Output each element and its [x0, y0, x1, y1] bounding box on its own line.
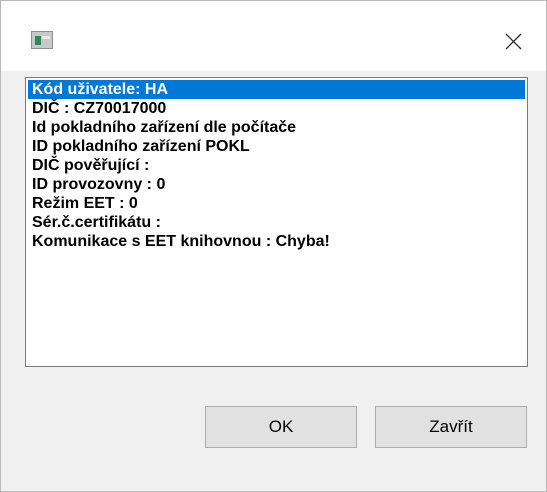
ok-button[interactable]: OK [205, 406, 357, 448]
list-item-user-code[interactable]: Kód uživatele: HA [28, 80, 525, 99]
application-icon [31, 31, 53, 49]
list-item-certificate-serial[interactable]: Sér.č.certifikátu : [28, 213, 525, 232]
close-button[interactable]: Zavřít [375, 406, 527, 448]
list-item-authorizing-vat-id[interactable]: DIČ pověřující : [28, 156, 525, 175]
title-bar [1, 1, 546, 71]
list-item-device-id-by-computer[interactable]: Id pokladního zařízení dle počítače [28, 118, 525, 137]
list-item-premises-id[interactable]: ID provozovny : 0 [28, 175, 525, 194]
info-listbox[interactable]: Kód uživatele: HA DIČ : CZ70017000 Id po… [25, 77, 528, 367]
dialog-window: Kód uživatele: HA DIČ : CZ70017000 Id po… [0, 0, 547, 492]
close-icon[interactable] [493, 23, 533, 59]
list-item-eet-library-status[interactable]: Komunikace s EET knihovnou : Chyba! [28, 232, 525, 251]
list-item-vat-id[interactable]: DIČ : CZ70017000 [28, 99, 525, 118]
list-item-eet-mode[interactable]: Režim EET : 0 [28, 194, 525, 213]
list-item-device-id[interactable]: ID pokladního zařízení POKL [28, 137, 525, 156]
